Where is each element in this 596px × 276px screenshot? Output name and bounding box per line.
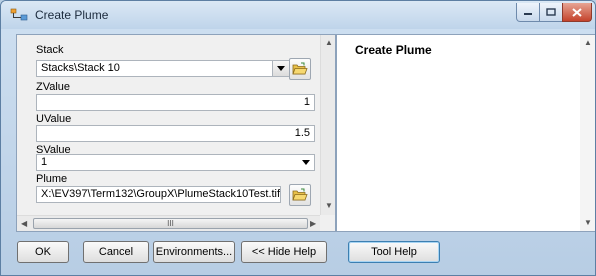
svalue-value: 1: [41, 156, 48, 168]
zvalue-input[interactable]: 1: [36, 94, 315, 111]
parameters-horizontal-scrollbar[interactable]: ◀ III ▶: [17, 215, 320, 231]
minimize-icon: [524, 13, 532, 15]
tool-icon: [10, 8, 28, 21]
maximize-button[interactable]: [539, 3, 563, 22]
stack-combobox[interactable]: Stacks\Stack 10: [36, 60, 290, 77]
minimize-button[interactable]: [516, 3, 540, 22]
close-button[interactable]: [562, 3, 592, 22]
zvalue-label: ZValue: [36, 81, 71, 93]
open-folder-icon: [292, 188, 308, 201]
open-folder-icon: [292, 62, 308, 75]
scroll-down-icon[interactable]: ▼: [325, 201, 333, 210]
stack-value: Stacks\Stack 10: [41, 62, 120, 74]
svalue-dropdown-button[interactable]: [300, 155, 311, 170]
plume-browse-button[interactable]: [289, 184, 311, 206]
cancel-button[interactable]: Cancel: [83, 241, 149, 263]
plume-output-input[interactable]: X:\EV397\Term132\GroupX\PlumeStack10Test…: [36, 186, 281, 203]
scroll-up-icon[interactable]: ▲: [584, 38, 592, 47]
title-bar[interactable]: Create Plume: [1, 1, 595, 29]
parameters-content: Stack Stacks\Stack 10 ZValue 1 UValue 1.…: [17, 35, 320, 215]
horizontal-scroll-thumb[interactable]: III: [33, 218, 308, 229]
window-title: Create Plume: [35, 8, 109, 22]
maximize-icon: [546, 8, 556, 16]
scroll-up-icon[interactable]: ▲: [325, 38, 333, 47]
ok-button[interactable]: OK: [17, 241, 69, 263]
help-panel: Create Plume ▲ ▼: [336, 34, 595, 232]
scroll-down-icon[interactable]: ▼: [584, 218, 592, 227]
hide-help-button[interactable]: << Hide Help: [241, 241, 327, 263]
create-plume-window: Create Plume Stack Stacks\Stack 10 ZValu…: [0, 0, 596, 276]
chevron-down-icon: [301, 160, 310, 165]
help-vertical-scrollbar[interactable]: ▲ ▼: [580, 35, 595, 231]
uvalue-input[interactable]: 1.5: [36, 125, 315, 142]
help-title: Create Plume: [355, 43, 432, 57]
scroll-right-icon[interactable]: ▶: [310, 219, 316, 228]
uvalue-label: UValue: [36, 113, 72, 125]
parameters-vertical-scrollbar[interactable]: ▲ ▼: [320, 35, 335, 215]
plume-label: Plume: [36, 173, 68, 185]
parameters-panel: Stack Stacks\Stack 10 ZValue 1 UValue 1.…: [16, 34, 336, 232]
tool-help-button[interactable]: Tool Help: [348, 241, 440, 263]
environments-button[interactable]: Environments...: [153, 241, 235, 263]
stack-browse-button[interactable]: [289, 58, 311, 80]
svalue-combobox[interactable]: 1: [36, 154, 315, 171]
scroll-left-icon[interactable]: ◀: [21, 219, 27, 228]
chevron-down-icon: [277, 66, 285, 71]
close-icon: [572, 7, 582, 17]
stack-label: Stack: [36, 44, 64, 56]
stack-dropdown-button[interactable]: [272, 61, 289, 76]
